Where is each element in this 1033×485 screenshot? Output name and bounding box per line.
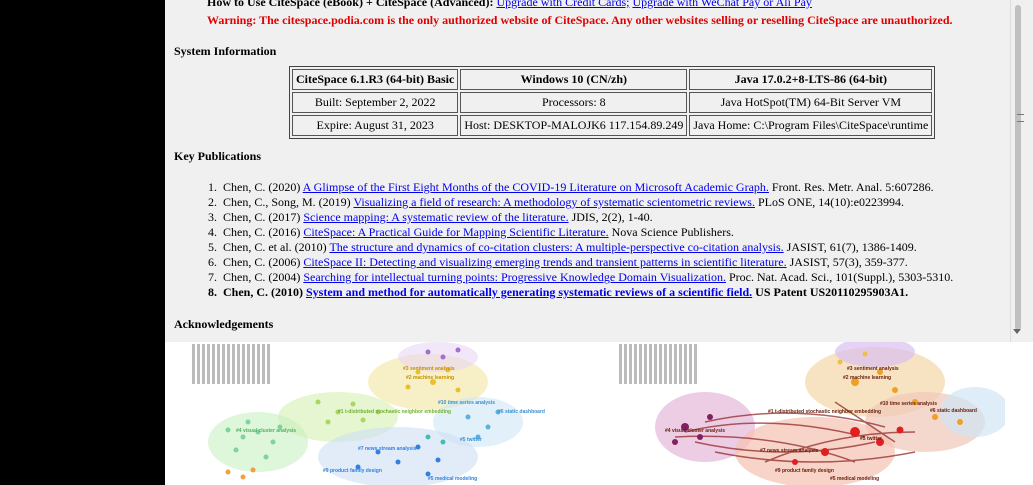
- table-row: Built: September 2, 2022 Processors: 8 J…: [292, 92, 933, 113]
- publication-link[interactable]: Science mapping: A systematic review of …: [303, 210, 568, 224]
- scrollbar-thumb[interactable]: [1015, 5, 1021, 330]
- cluster-map-image-left: #3 sentiment analysis #2 machine learnin…: [188, 342, 570, 485]
- table-row: CiteSpace 6.1.R3 (64-bit) Basic Windows …: [292, 69, 933, 90]
- item-number: 8.: [208, 285, 217, 299]
- table-cell: Expire: August 31, 2023: [292, 115, 459, 136]
- system-info-table: CiteSpace 6.1.R3 (64-bit) Basic Windows …: [289, 66, 936, 139]
- list-item: 3. Chen, C. (2017) Science mapping: A sy…: [208, 210, 953, 225]
- item-number: 4.: [208, 225, 217, 239]
- publication-link[interactable]: CiteSpace II: Detecting and visualizing …: [303, 255, 786, 269]
- cluster-label: #5 twitter: [460, 437, 482, 443]
- list-item: 5. Chen, C. et al. (2010) The structure …: [208, 240, 953, 255]
- table-cell: Host: DESKTOP-MALOJK6 117.154.89.249: [460, 115, 688, 136]
- cluster-label: #2 machine learning: [843, 375, 892, 381]
- cluster-label: #1 t-distributed stochastic neighbor emb…: [338, 409, 452, 415]
- cluster-label: #9 product family design: [323, 468, 382, 474]
- table-cell: Java Home: C:\Program Files\CiteSpace\ru…: [689, 115, 933, 136]
- item-number: 5.: [208, 240, 217, 254]
- key-publications-heading: Key Publications: [174, 149, 262, 163]
- acknowledgements-heading: Acknowledgements: [174, 317, 274, 331]
- map-images-area: #3 sentiment analysis #2 machine learnin…: [165, 342, 1033, 485]
- cluster-label: #3 sentiment analysis: [403, 366, 455, 372]
- table-cell: Windows 10 (CN/zh): [460, 69, 688, 90]
- patent-link[interactable]: System and method for automatically gene…: [306, 285, 752, 299]
- item-author: Chen, C. (2004): [223, 270, 301, 284]
- item-number: 7.: [208, 270, 217, 284]
- item-source: JASIST, 57(3), 359-377.: [789, 255, 908, 269]
- about-panel: How to Use CiteSpace (eBook) + CiteSpace…: [165, 0, 1010, 342]
- guide-line: How to Use CiteSpace (eBook) + CiteSpace…: [207, 0, 812, 10]
- item-author: Chen, C. (2010): [223, 285, 303, 299]
- cluster-label: #5 medical modeling: [830, 476, 880, 482]
- guide-label: How to Use CiteSpace (eBook) + CiteSpace…: [207, 0, 494, 9]
- grip-icon: [1017, 114, 1024, 122]
- publication-link[interactable]: A Glimpse of the First Eight Months of t…: [303, 180, 769, 194]
- cluster-map-image-right: #3 sentiment analysis #2 machine learnin…: [615, 342, 1005, 485]
- table-row: Expire: August 31, 2023 Host: DESKTOP-MA…: [292, 115, 933, 136]
- publication-link[interactable]: Searching for intellectual turning point…: [303, 270, 726, 284]
- cluster-label: #4 visual cluster analysis: [236, 428, 297, 434]
- table-cell: Java HotSpot(TM) 64-Bit Server VM: [689, 92, 933, 113]
- publication-link[interactable]: Visualizing a field of research: A metho…: [353, 195, 755, 209]
- item-source: PLoS ONE, 14(10):e0223994.: [757, 195, 904, 209]
- item-source: Nova Science Publishers.: [611, 225, 734, 239]
- cluster-label: #6 static dashboard: [930, 408, 977, 414]
- cluster-label: #3 sentiment analysis: [847, 366, 899, 372]
- cluster-label: #1 t-distributed stochastic neighbor emb…: [768, 409, 882, 415]
- item-source: Proc. Nat. Acad. Sci., 101(Suppl.), 5303…: [728, 270, 954, 284]
- cluster-label: #10 time series analysis: [880, 401, 937, 407]
- cluster-label: #7 news stream analysis: [760, 448, 819, 454]
- publication-link[interactable]: CiteSpace: A Practical Guide for Mapping…: [303, 225, 608, 239]
- warning-text: Warning: The citespace.podia.com is the …: [207, 13, 953, 27]
- table-cell: Built: September 2, 2022: [292, 92, 459, 113]
- cluster-label: #4 visual cluster analysis: [665, 428, 726, 434]
- list-item: 8. Chen, C. (2010) System and method for…: [208, 285, 953, 300]
- scroll-down-arrow-icon[interactable]: [1013, 329, 1021, 334]
- upgrade-credit-card-link[interactable]: Upgrade with Credit Cards;: [496, 0, 629, 9]
- cluster-label: #2 machine learning: [406, 375, 455, 381]
- publication-list: 1. Chen, C. (2020) A Glimpse of the Firs…: [208, 180, 953, 300]
- list-item: 1. Chen, C. (2020) A Glimpse of the Firs…: [208, 180, 953, 195]
- item-author: Chen, C. (2006): [223, 255, 301, 269]
- system-info-heading: System Information: [174, 44, 277, 58]
- cluster-label: #5 twitter: [860, 436, 882, 442]
- cluster-label: #5 medical modeling: [428, 476, 478, 482]
- cluster-label: #10 time series analysis: [438, 400, 495, 406]
- list-item: 2. Chen, C., Song, M. (2019) Visualizing…: [208, 195, 953, 210]
- item-source: US Patent US20110295903A1.: [755, 285, 909, 299]
- item-author: Chen, C. (2020): [223, 180, 301, 194]
- left-black-area: [0, 0, 165, 485]
- item-author: Chen, C. et al. (2010): [223, 240, 327, 254]
- item-author: Chen, C. (2017): [223, 210, 301, 224]
- item-author: Chen, C. (2016): [223, 225, 301, 239]
- item-author: Chen, C., Song, M. (2019): [223, 195, 351, 209]
- item-source: Front. Res. Metr. Anal. 5:607286.: [771, 180, 934, 194]
- publication-link[interactable]: The structure and dynamics of co-citatio…: [329, 240, 783, 254]
- table-cell: Java 17.0.2+8-LTS-86 (64-bit): [689, 69, 933, 90]
- cluster-label: #6 static dashboard: [498, 409, 545, 415]
- cluster-label: #9 product family design: [775, 468, 834, 474]
- table-cell: Processors: 8: [460, 92, 688, 113]
- table-cell: CiteSpace 6.1.R3 (64-bit) Basic: [292, 69, 459, 90]
- item-source: JASIST, 61(7), 1386-1409.: [786, 240, 917, 254]
- list-item: 6. Chen, C. (2006) CiteSpace II: Detecti…: [208, 255, 953, 270]
- item-source: JDIS, 2(2), 1-40.: [571, 210, 653, 224]
- list-item: 4. Chen, C. (2016) CiteSpace: A Practica…: [208, 225, 953, 240]
- item-number: 3.: [208, 210, 217, 224]
- upgrade-wechat-link[interactable]: Upgrade with WeChat Pay or Ali Pay: [632, 0, 811, 9]
- list-item: 7. Chen, C. (2004) Searching for intelle…: [208, 270, 953, 285]
- vertical-scrollbar[interactable]: [1010, 0, 1033, 342]
- item-number: 2.: [208, 195, 217, 209]
- cluster-label: #7 news stream analysis: [358, 446, 417, 452]
- item-number: 1.: [208, 180, 217, 194]
- item-number: 6.: [208, 255, 217, 269]
